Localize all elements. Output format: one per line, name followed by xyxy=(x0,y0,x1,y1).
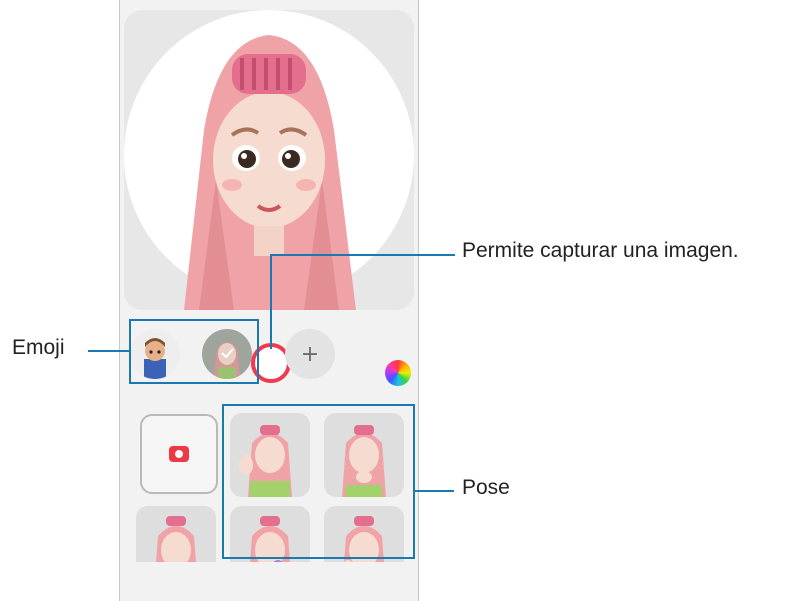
camera-icon xyxy=(169,446,189,462)
avatar-preview-image xyxy=(184,35,356,310)
capture-callout-vline xyxy=(270,254,272,349)
pose-highlight-box xyxy=(222,404,415,559)
plus-icon: + xyxy=(300,341,320,367)
emoji-callout-line xyxy=(88,350,130,352)
pose-callout-line xyxy=(414,490,454,492)
color-wheel-icon[interactable] xyxy=(385,360,411,386)
emoji-highlight-box xyxy=(129,319,259,384)
camera-preview xyxy=(124,10,414,310)
pose-callout-label: Pose xyxy=(462,476,510,499)
capture-callout-label: Permite capturar una imagen. xyxy=(462,239,739,262)
capture-callout-line xyxy=(270,254,455,256)
bottom-action-bar xyxy=(120,562,418,601)
add-emoji-button[interactable]: + xyxy=(285,329,335,379)
custom-pose-camera-button[interactable] xyxy=(140,414,218,494)
emoji-callout-label: Emoji xyxy=(12,336,65,359)
